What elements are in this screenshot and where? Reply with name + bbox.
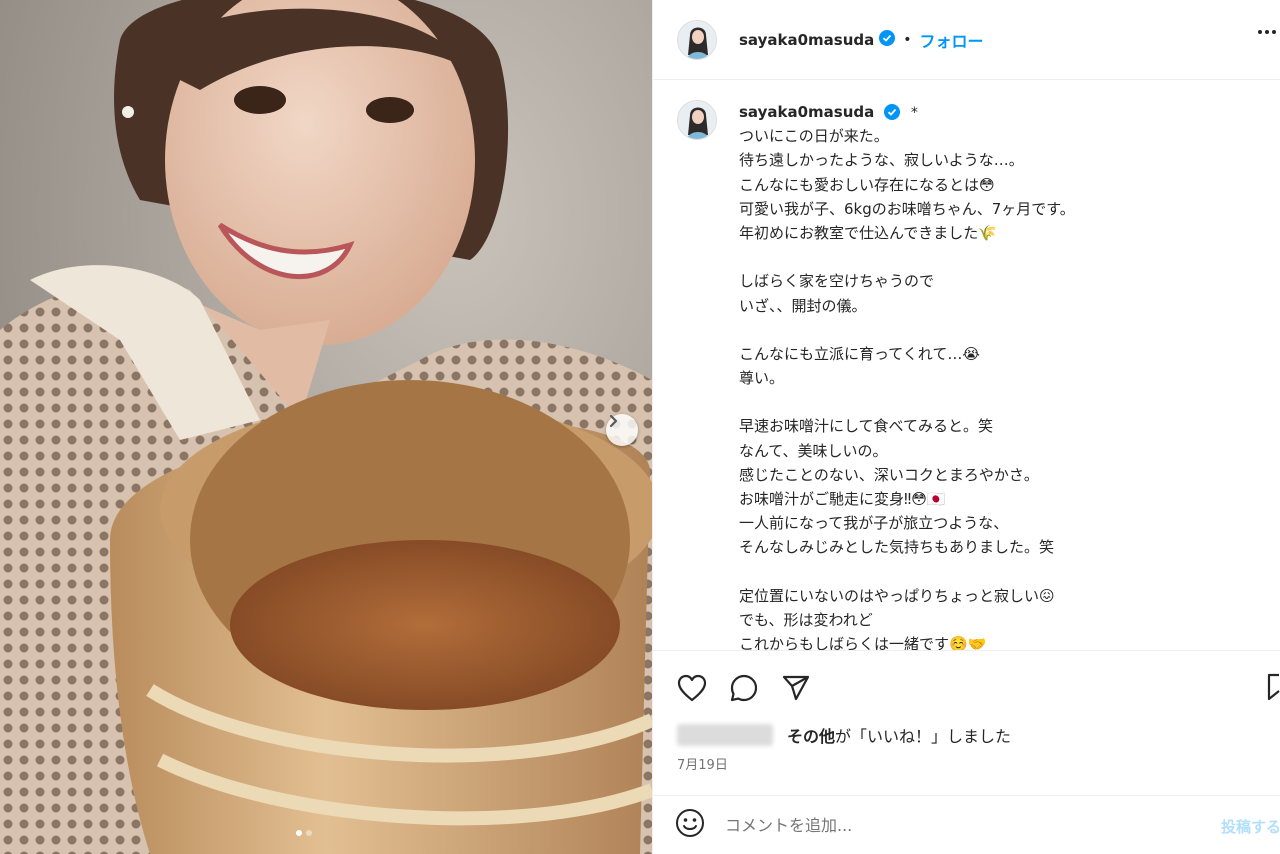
verified-badge-icon [879,29,896,50]
miso-barrel-photo [0,0,652,854]
caption-lines: ついにこの日が来た。待ち遠しかったような、寂しいような…。 こんなにも愛おしい存在… [739,124,1257,650]
caption-line: こんなにも愛おしい存在になるとは😳 [739,175,995,194]
caption-line: 年初めにお教室で仕込んできました🌾 [739,223,997,242]
caption-line: 定位置にいないのはやっぱりちょっと寂しい😖 [739,586,1055,605]
blurred-username[interactable] [677,724,773,746]
avatar[interactable] [677,19,717,60]
caption-line: これからもしばらくは一緒です☺️🤝 [739,635,987,650]
caption-line: ついにこの日が来た。 [739,127,889,146]
caption-line [739,560,1257,584]
more-options-icon[interactable] [1258,30,1276,34]
caption-avatar[interactable] [677,100,717,140]
caption-line: そんなしみじみとした気持ちもありました。笑 [739,538,1055,557]
caption-line: 感じたことのない、深いコクとまろやかさ。 [739,465,1039,484]
caption-line: でも、形は変われど [739,610,873,629]
post-date[interactable]: 7月19日 [677,754,728,773]
next-photo-button[interactable] [606,414,638,446]
save-icon[interactable] [1267,672,1280,706]
carousel-dot-active [296,830,302,836]
share-icon[interactable] [779,671,813,705]
caption-line: 可愛い我が子、6kgのお味噌ちゃん、7ヶ月です。 [739,199,1075,218]
caption-line [739,318,1257,342]
likes-text: が「いいね！」しました [835,727,1012,746]
profile-photo [678,101,716,139]
caption-area: sayaka0masuda * ついにこの日が来た。待ち遠しかったような、寂しい… [653,80,1280,650]
caption-line: こんなにも立派に育ってくれて…😭 [739,344,980,363]
caption-line: なんて、美味しいの。 [739,441,888,460]
comment-input[interactable] [725,815,1195,835]
header-separator: • [903,31,912,48]
caption-line: しばらく家を空けちゃうので [739,272,935,291]
caption-line [739,245,1257,269]
post-side-panel: sayaka0masuda • フォロー sayaka0masuda * ついに… [652,0,1280,854]
post-header: sayaka0masuda • フォロー [653,0,1280,80]
caption-username[interactable]: sayaka0masuda [739,103,874,121]
likes-summary: その他 が「いいね！」しました [677,723,1011,747]
caption-line: 一人前になって我が子が旅立つような、 [739,514,1009,533]
post-photo[interactable] [0,0,652,854]
profile-photo [678,20,716,59]
caption-line [739,390,1257,414]
carousel-dots [296,830,312,836]
follow-button[interactable]: フォロー [920,28,984,52]
caption-line: 待ち遠しかったような、寂しいような…。 [739,151,1024,170]
caption-row: sayaka0masuda * ついにこの日が来た。待ち遠しかったような、寂しい… [677,100,1257,650]
post-comment-button[interactable]: 投稿する [1221,816,1280,837]
caption-header: sayaka0masuda * [739,100,1257,124]
caption-marker: * [910,105,918,121]
caption-text: sayaka0masuda * ついにこの日が来た。待ち遠しかったような、寂しい… [739,100,1257,650]
comment-bar: 投稿する [653,795,1280,854]
caption-line: 尊い。 [739,369,785,388]
like-icon[interactable] [675,671,709,705]
emoji-icon[interactable] [675,808,705,842]
caption-line: お味噌汁がご馳走に変身‼︎😳🇯🇵 [739,490,946,508]
chevron-right-icon [609,414,618,428]
carousel-dot [306,830,312,836]
likes-others-link[interactable]: その他 [787,723,835,747]
action-icons [675,671,813,705]
caption-line: いざ、、開封の儀。 [739,296,867,315]
header-username[interactable]: sayaka0masuda [739,31,874,49]
caption-line: 早速お味噌汁にして食べてみると。笑 [739,417,993,436]
comment-icon[interactable] [727,671,761,705]
